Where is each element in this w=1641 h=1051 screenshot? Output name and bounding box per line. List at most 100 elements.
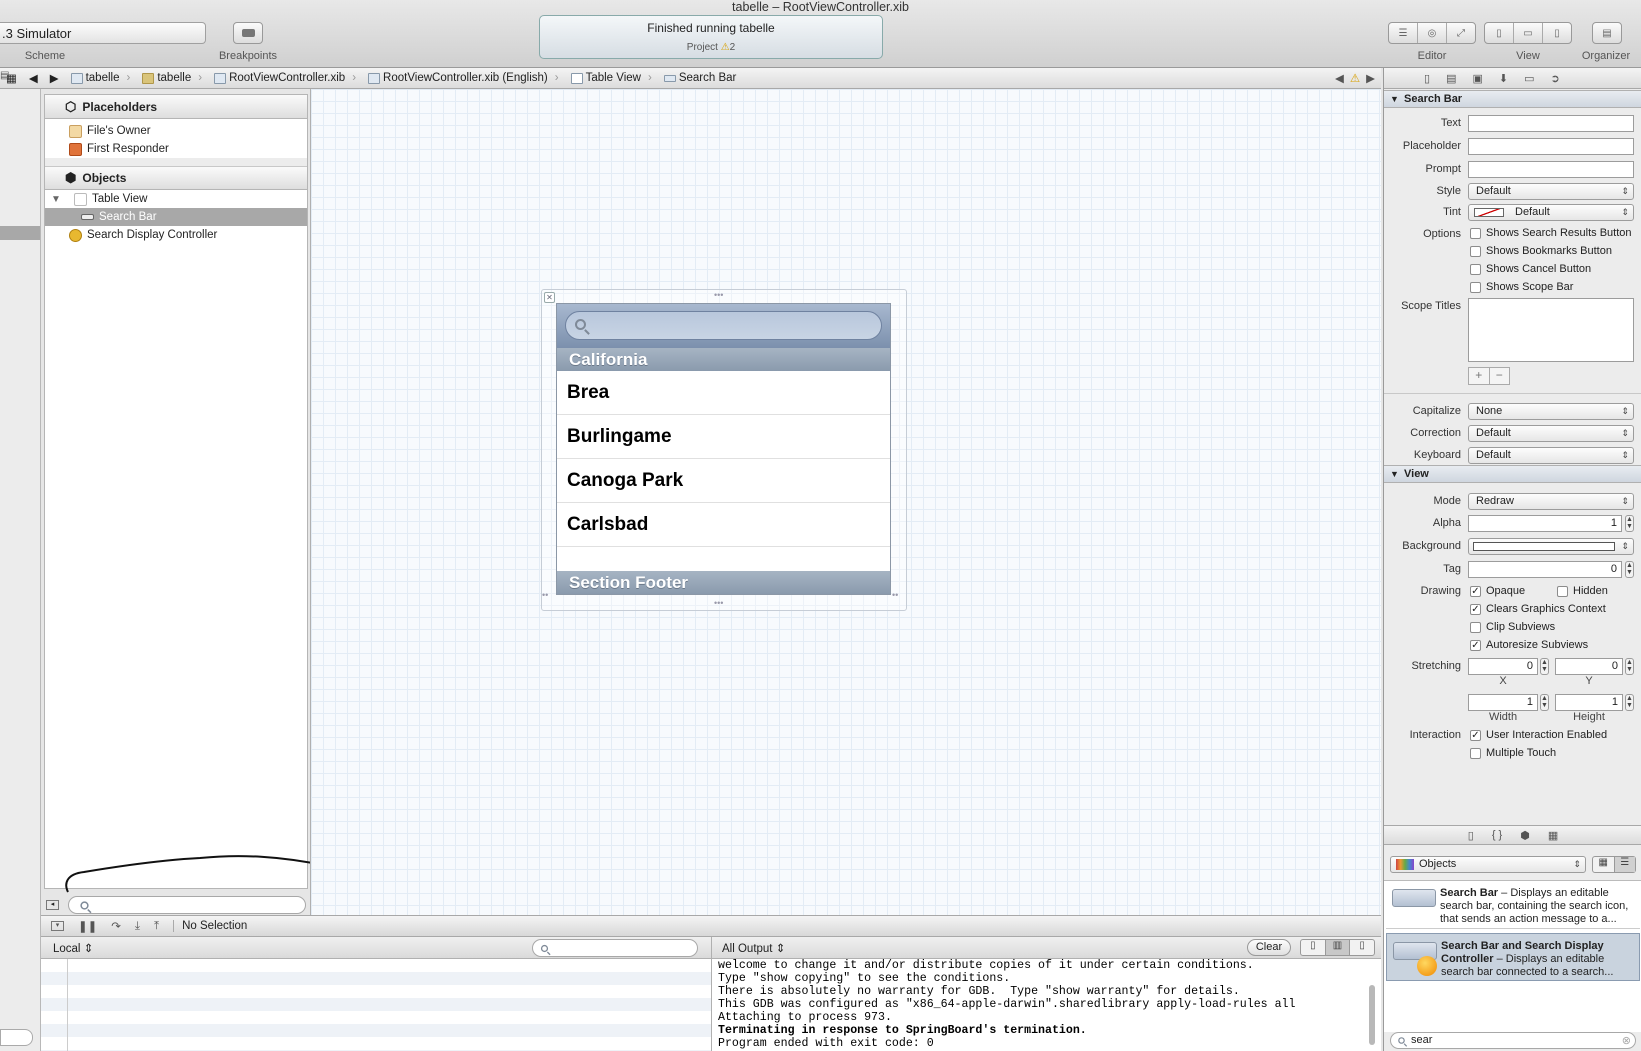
stretch-width-stepper[interactable]: ▲ ▼ bbox=[1540, 694, 1549, 711]
clears-graphics-checkbox[interactable]: ✓ Clears Graphics Context bbox=[1470, 603, 1606, 615]
breadcrumb-xib-english[interactable]: RootViewController.xib (English) › bbox=[362, 72, 565, 84]
checkbox-checked[interactable]: ✓ bbox=[1470, 729, 1481, 741]
step-out-icon[interactable]: ⤒ bbox=[154, 920, 159, 933]
checkbox[interactable] bbox=[1470, 281, 1481, 293]
mode-popup[interactable]: Redraw bbox=[1468, 493, 1634, 510]
shows-scope-bar-checkbox[interactable]: Shows Scope Bar bbox=[1470, 281, 1573, 293]
object-library-icon[interactable]: ⬢ bbox=[1520, 829, 1530, 842]
checkbox[interactable] bbox=[1470, 245, 1481, 257]
library-item-search-bar[interactable]: Search Bar – Displays an editable search… bbox=[1386, 881, 1640, 929]
activity-status[interactable]: Project ⚠2 bbox=[540, 42, 882, 53]
table-view[interactable]: California Brea Burlingame Canoga Park C… bbox=[556, 303, 891, 595]
placeholder-field[interactable] bbox=[1468, 138, 1634, 155]
stretch-x-stepper[interactable]: ▲ ▼ bbox=[1540, 658, 1549, 675]
resize-handle-top-icon[interactable]: ••• bbox=[714, 290, 723, 300]
clip-subviews-checkbox[interactable]: Clip Subviews bbox=[1470, 621, 1555, 633]
view-section-header[interactable]: ▼ View bbox=[1384, 465, 1641, 483]
console-only-icon[interactable]: ▯ bbox=[1350, 940, 1374, 955]
add-scope-button[interactable]: + bbox=[1469, 368, 1490, 384]
outline-item-files-owner[interactable]: File's Owner bbox=[45, 122, 307, 140]
step-over-icon[interactable]: ↷ bbox=[111, 919, 121, 933]
strip-filter[interactable] bbox=[0, 1029, 33, 1046]
outline-filter-input[interactable] bbox=[68, 896, 306, 914]
checkbox[interactable] bbox=[1557, 585, 1568, 597]
hidden-checkbox[interactable]: Hidden bbox=[1557, 585, 1608, 597]
organizer-button[interactable]: ▤ bbox=[1592, 22, 1622, 44]
keyboard-popup[interactable]: Default bbox=[1468, 447, 1634, 464]
shows-cancel-checkbox[interactable]: Shows Cancel Button bbox=[1470, 263, 1591, 275]
both-panes-icon[interactable]: ▥ bbox=[1325, 940, 1351, 955]
library-filter-input[interactable]: sear ⊗ bbox=[1390, 1032, 1636, 1049]
text-field[interactable] bbox=[1468, 115, 1634, 132]
comment-icon[interactable]: ▤ bbox=[0, 70, 14, 84]
hide-debug-icon[interactable]: ▾ bbox=[51, 921, 64, 931]
correction-popup[interactable]: Default bbox=[1468, 425, 1634, 442]
thread-selection[interactable]: No Selection bbox=[173, 920, 247, 932]
library-item-search-display[interactable]: Search Bar and Search Display Controller… bbox=[1386, 933, 1640, 981]
variables-filter-input[interactable] bbox=[532, 939, 698, 957]
step-into-icon[interactable]: ⤓ bbox=[135, 920, 140, 933]
next-issue-icon[interactable]: ▶ bbox=[1366, 71, 1375, 85]
editor-segmented[interactable]: ☰ ◎ ⤢ bbox=[1388, 22, 1476, 44]
checkbox-checked[interactable]: ✓ bbox=[1470, 603, 1481, 615]
search-bar[interactable] bbox=[557, 304, 890, 348]
table-cell[interactable]: Canoga Park bbox=[557, 459, 890, 503]
toggle-outline-icon[interactable]: ◂ bbox=[46, 900, 59, 910]
search-bar-field[interactable] bbox=[565, 311, 882, 340]
variables-only-icon[interactable]: ▯ bbox=[1301, 940, 1326, 955]
capitalize-popup[interactable]: None bbox=[1468, 403, 1634, 420]
stretch-y-stepper[interactable]: ▲ ▼ bbox=[1625, 658, 1634, 675]
file-inspector-icon[interactable]: ▯ bbox=[1424, 72, 1430, 85]
table-cell[interactable]: Carlsbad bbox=[557, 503, 890, 547]
resize-handle-corner-icon[interactable]: •• bbox=[542, 590, 548, 600]
file-template-icon[interactable]: ▯ bbox=[1468, 829, 1474, 842]
breadcrumb-project[interactable]: tabelle › bbox=[65, 72, 137, 84]
library-selector[interactable]: Objects bbox=[1390, 856, 1586, 873]
autoresize-subviews-checkbox[interactable]: ✓ Autoresize Subviews bbox=[1470, 639, 1588, 651]
scope-titles-list[interactable] bbox=[1468, 298, 1634, 362]
outline-item-search-bar[interactable]: Search Bar bbox=[45, 208, 307, 226]
background-popup[interactable] bbox=[1468, 538, 1634, 555]
standard-editor-icon[interactable]: ☰ bbox=[1389, 23, 1418, 43]
resize-handle-bottom-icon[interactable]: ••• bbox=[714, 598, 723, 608]
alpha-field[interactable]: 1 bbox=[1468, 515, 1622, 532]
assistant-editor-icon[interactable]: ◎ bbox=[1418, 23, 1447, 43]
stretch-height-stepper[interactable]: ▲ ▼ bbox=[1625, 694, 1634, 711]
alpha-stepper[interactable]: ▲ ▼ bbox=[1625, 515, 1634, 532]
search-bar-section-header[interactable]: ▼ Search Bar bbox=[1384, 90, 1641, 108]
table-cell[interactable]: Burlingame bbox=[557, 415, 890, 459]
list-view-icon[interactable]: ☰ bbox=[1614, 857, 1635, 872]
outline-item-search-display-controller[interactable]: Search Display Controller bbox=[45, 226, 307, 244]
clear-console-button[interactable]: Clear bbox=[1247, 939, 1291, 956]
variables-view[interactable] bbox=[41, 959, 711, 1051]
disclosure-triangle-icon[interactable]: ▼ bbox=[1390, 466, 1399, 483]
scheme-popup[interactable]: .3 Simulator bbox=[0, 22, 206, 44]
multiple-touch-checkbox[interactable]: Multiple Touch bbox=[1470, 747, 1556, 759]
debug-toggle-icon[interactable]: ▭ bbox=[1514, 23, 1543, 43]
stretch-height-field[interactable]: 1 bbox=[1555, 694, 1623, 711]
quick-help-icon[interactable]: ▤ bbox=[1446, 72, 1456, 85]
attributes-inspector-icon[interactable]: ⬇ bbox=[1499, 72, 1508, 85]
forward-button[interactable]: ▶ bbox=[44, 71, 65, 85]
outline-item-first-responder[interactable]: First Responder bbox=[45, 140, 307, 158]
connections-inspector-icon[interactable]: ➲ bbox=[1551, 72, 1560, 85]
disclosure-triangle-icon[interactable]: ▼ bbox=[1390, 91, 1399, 108]
user-interaction-checkbox[interactable]: ✓ User Interaction Enabled bbox=[1470, 729, 1607, 741]
checkbox[interactable] bbox=[1470, 263, 1481, 275]
size-inspector-icon[interactable]: ▭ bbox=[1524, 72, 1534, 85]
stretch-x-field[interactable]: 0 bbox=[1468, 658, 1538, 675]
table-cell[interactable]: Brea bbox=[557, 371, 890, 415]
clear-search-icon[interactable]: ⊗ bbox=[1622, 1034, 1631, 1047]
breadcrumb-xib[interactable]: RootViewController.xib › bbox=[208, 72, 362, 84]
scope-popup[interactable]: Local ⇕ bbox=[53, 941, 93, 955]
previous-issue-icon[interactable]: ◀ bbox=[1335, 71, 1344, 85]
disclosure-triangle-icon[interactable]: ▼ bbox=[51, 194, 63, 205]
checkbox[interactable] bbox=[1470, 621, 1481, 633]
pause-icon[interactable]: ❚❚ bbox=[78, 919, 97, 933]
tint-popup[interactable]: Default bbox=[1468, 204, 1634, 221]
console-output[interactable]: welcome to change it and/or distribute c… bbox=[711, 959, 1381, 1051]
version-editor-icon[interactable]: ⤢ bbox=[1447, 23, 1475, 43]
resize-handle-corner-icon[interactable]: •• bbox=[892, 590, 898, 600]
stretch-width-field[interactable]: 1 bbox=[1468, 694, 1538, 711]
breakpoints-button[interactable] bbox=[233, 22, 263, 44]
